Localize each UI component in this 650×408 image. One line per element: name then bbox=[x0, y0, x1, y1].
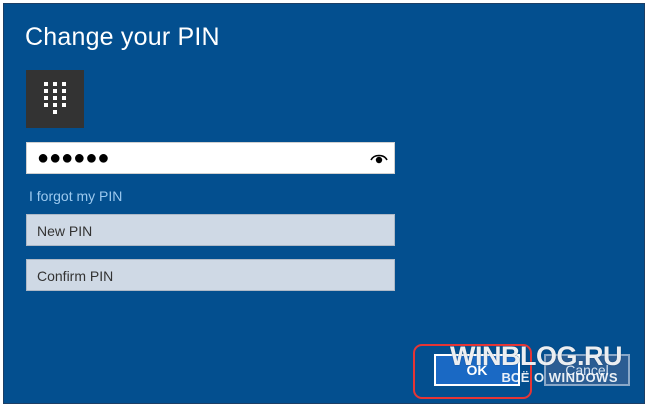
confirm-pin-field[interactable]: Confirm PIN bbox=[26, 259, 395, 291]
new-pin-field[interactable]: New PIN bbox=[26, 214, 395, 246]
forgot-pin-link[interactable]: I forgot my PIN bbox=[29, 188, 122, 204]
current-pin-value: ●●●●●● bbox=[37, 147, 110, 169]
current-pin-field[interactable]: ●●●●●● bbox=[26, 142, 395, 174]
dialog-title: Change your PIN bbox=[25, 23, 220, 51]
keypad-icon bbox=[26, 70, 84, 128]
ok-button[interactable]: OK bbox=[434, 354, 520, 386]
change-pin-dialog: Change your PIN ●●●●●● I forgot my PIN N… bbox=[3, 3, 645, 404]
confirm-pin-placeholder: Confirm PIN bbox=[37, 268, 114, 284]
new-pin-placeholder: New PIN bbox=[37, 223, 93, 239]
eye-icon[interactable] bbox=[370, 151, 388, 165]
cancel-button[interactable]: Cancel bbox=[544, 354, 630, 386]
